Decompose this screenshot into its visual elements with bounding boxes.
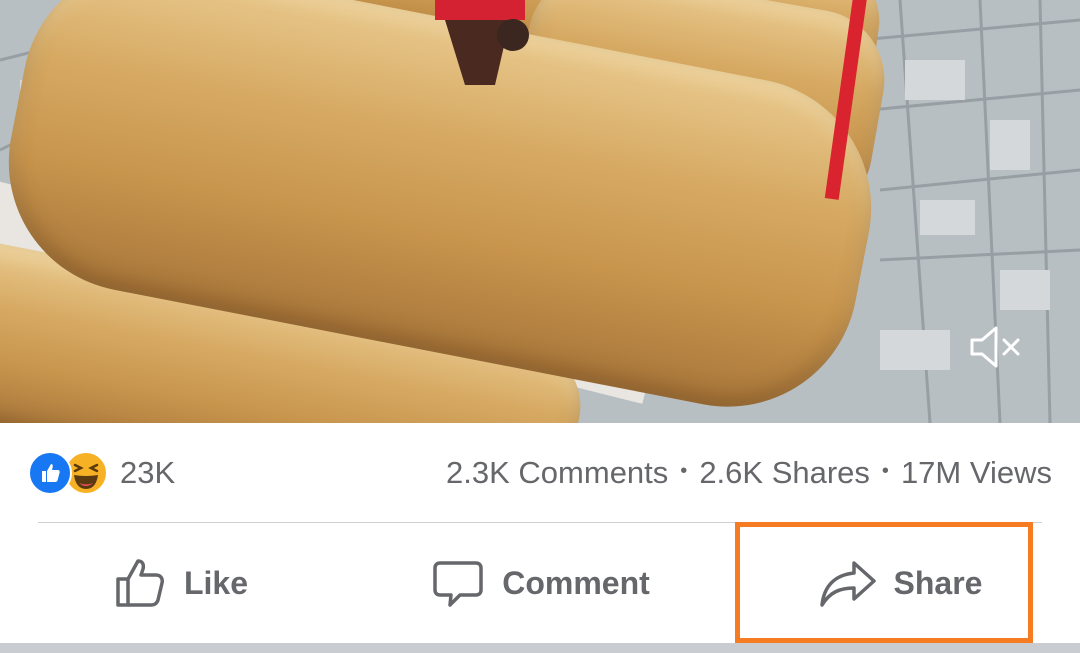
engagement-stats: 23K 2.3K Comments • 2.6K Shares • 17M Vi… — [0, 423, 1080, 523]
like-label: Like — [183, 564, 249, 601]
share-label: Share — [893, 564, 983, 601]
separator-dot: • — [680, 459, 688, 482]
separator-dot: • — [881, 459, 889, 482]
comment-button[interactable]: Comment — [360, 523, 720, 643]
comment-bubble-icon — [433, 561, 483, 607]
comments-count[interactable]: 2.3K Comments — [446, 455, 668, 491]
action-bar: Like Comment Share — [0, 523, 1080, 643]
speaker-muted-icon — [970, 326, 1020, 368]
like-icon — [28, 451, 72, 495]
bottom-separator — [0, 643, 1080, 653]
like-button[interactable]: Like — [0, 523, 360, 643]
rider — [435, 0, 529, 85]
thumbs-up-icon — [116, 559, 164, 607]
shares-count[interactable]: 2.6K Shares — [699, 455, 870, 491]
share-arrow-icon — [819, 561, 876, 607]
mute-button[interactable] — [965, 322, 1025, 372]
reactions-summary[interactable]: 23K — [28, 451, 175, 495]
views-count: 17M Views — [900, 455, 1052, 490]
video-player[interactable] — [0, 0, 1080, 423]
comment-label: Comment — [502, 564, 650, 601]
share-button[interactable]: Share — [720, 523, 1080, 643]
counts: 2.3K Comments • 2.6K Shares • 17M Views — [446, 455, 1052, 491]
reaction-count: 23K — [120, 455, 176, 490]
